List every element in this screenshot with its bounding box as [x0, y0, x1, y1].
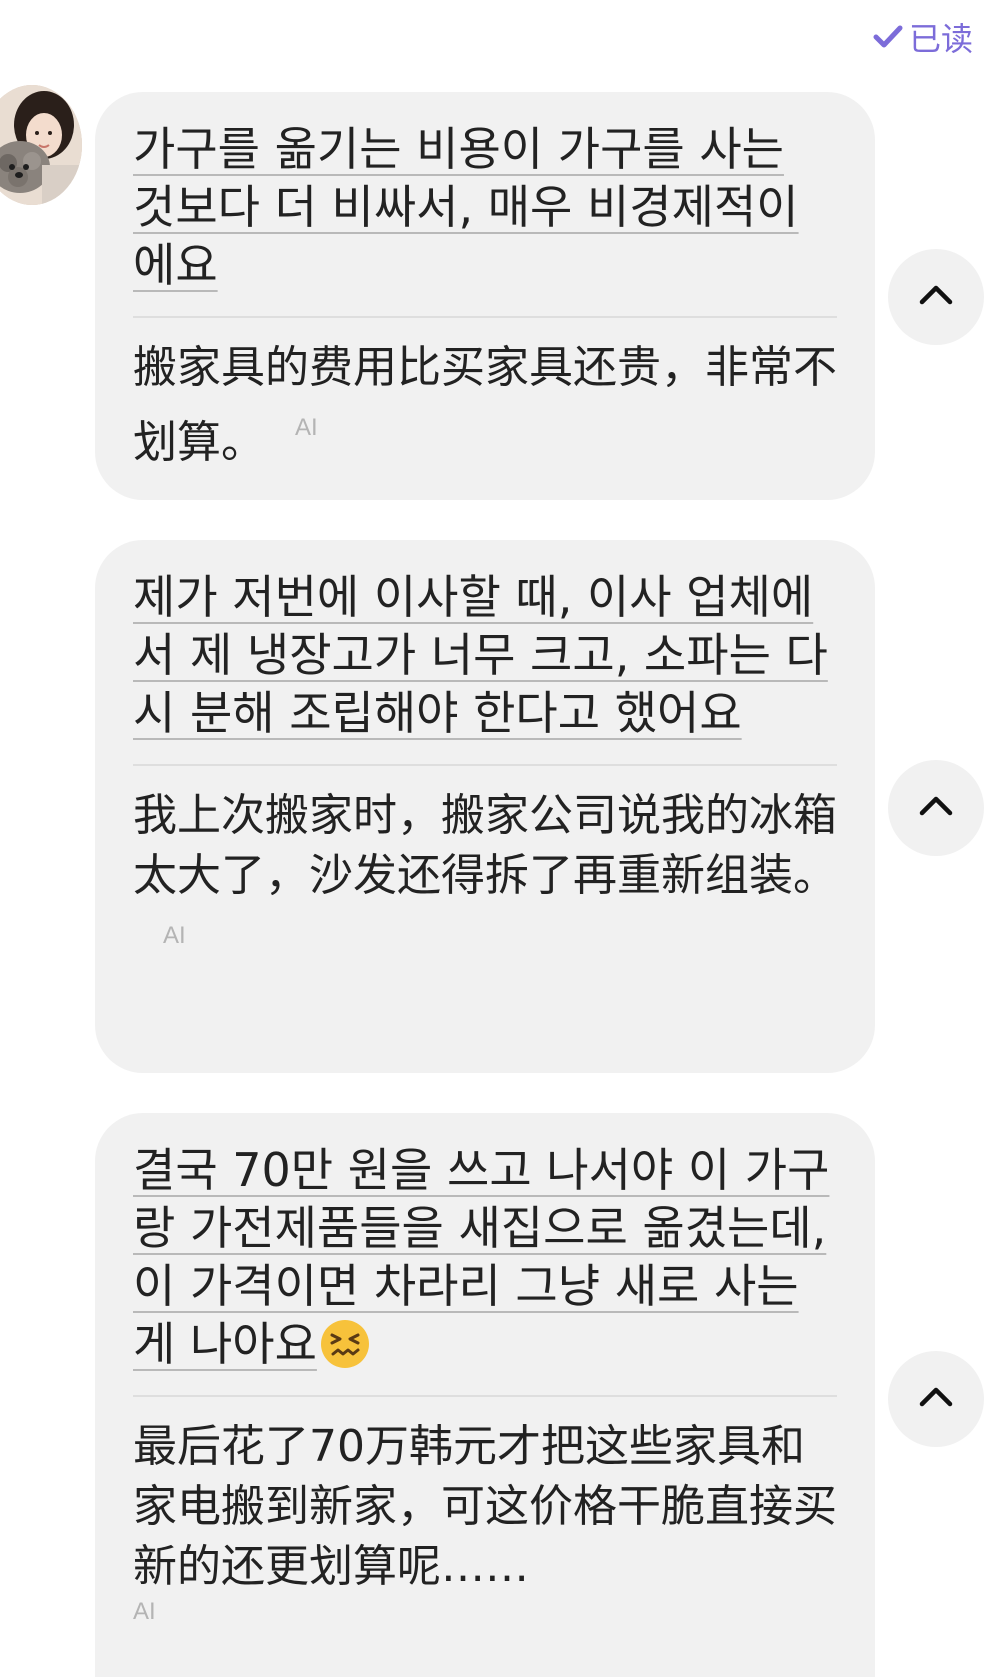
chevron-up-icon: [919, 284, 953, 310]
translation-divider: [133, 764, 837, 766]
message-original-text: 결국 70만 원을 쓰고 나서야 이 가구랑 가전제품들을 새집으로 옮겼는데,…: [133, 1143, 830, 1371]
read-status: 已读: [873, 14, 973, 60]
chevron-up-icon: [919, 1386, 953, 1412]
confounded-face-emoji: [319, 1318, 371, 1370]
chevron-up-icon: [919, 795, 953, 821]
ai-label: AI: [295, 414, 318, 441]
message-original-text: 제가 저번에 이사할 때, 이사 업체에서 제 냉장고가 너무 크고, 소파는 …: [133, 570, 828, 740]
collapse-translation-button[interactable]: [888, 760, 984, 856]
translation-divider: [133, 1395, 837, 1397]
collapse-translation-button[interactable]: [888, 249, 984, 345]
avatar[interactable]: [0, 85, 82, 205]
message-translation-text: 我上次搬家时，搬家公司说我的冰箱太大了，沙发还得拆了再重新组装。AI: [133, 790, 837, 949]
ai-label: AI: [133, 1598, 156, 1625]
message-bubble-1[interactable]: 가구를 옮기는 비용이 가구를 사는 것보다 더 비싸서, 매우 비경제적이에요…: [95, 92, 875, 500]
message-translation-text: 最后花了70万韩元才把这些家具和家电搬到新家，可这价格干脆直接买新的还更划算呢……: [133, 1421, 837, 1625]
collapse-translation-button[interactable]: [888, 1351, 984, 1447]
message-bubble-3[interactable]: 결국 70만 원을 쓰고 나서야 이 가구랑 가전제품들을 새집으로 옮겼는데,…: [95, 1113, 875, 1677]
message-original-text: 가구를 옮기는 비용이 가구를 사는 것보다 더 비싸서, 매우 비경제적이에요: [133, 122, 799, 292]
message-bubble-2[interactable]: 제가 저번에 이사할 때, 이사 업체에서 제 냉장고가 너무 크고, 소파는 …: [95, 540, 875, 1073]
ai-label: AI: [163, 922, 186, 949]
check-icon: [873, 24, 903, 50]
message-translation-text: 搬家具的费用比买家具还贵，非常不划算。 AI: [133, 342, 837, 468]
translation-divider: [133, 316, 837, 318]
read-status-label: 已读: [908, 20, 973, 58]
